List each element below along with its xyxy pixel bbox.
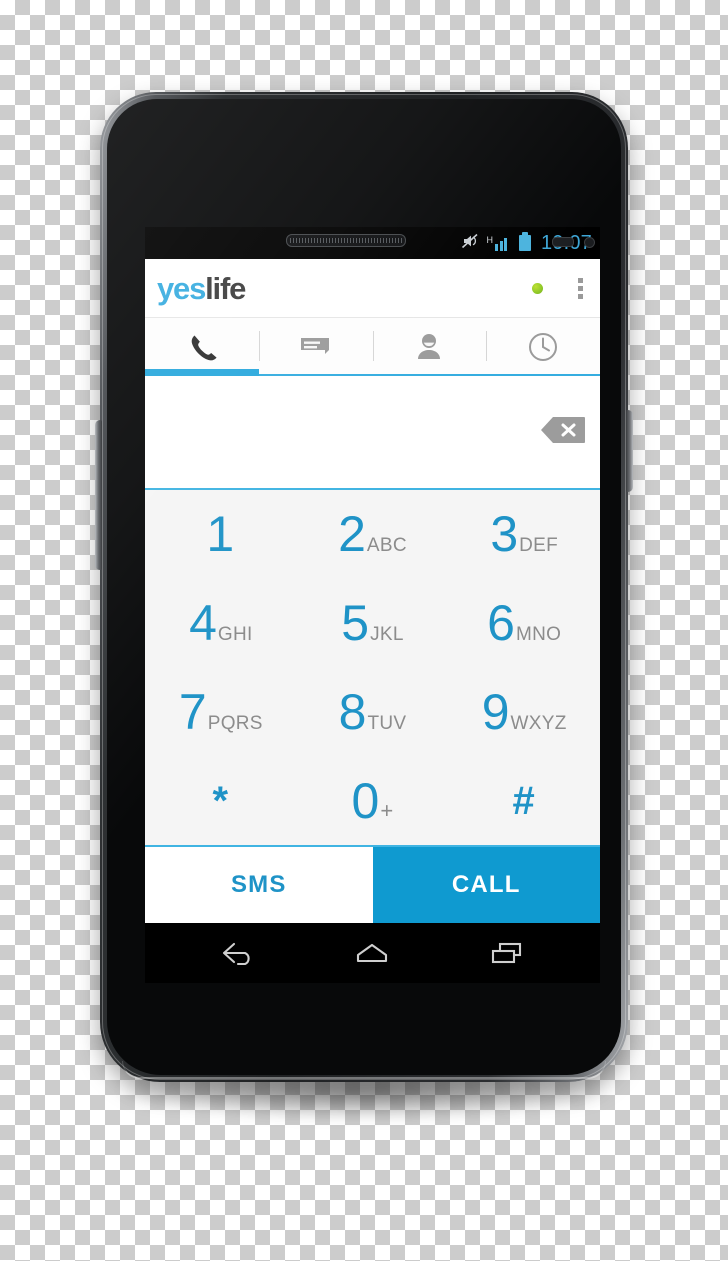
home-button[interactable] — [337, 931, 407, 975]
dial-digit: 7 — [178, 683, 207, 740]
phone-icon — [186, 331, 218, 363]
dialpad-row: 4 GHI 5 JKL 6 MNO — [145, 579, 600, 668]
dial-key-4[interactable]: 4 GHI — [145, 579, 297, 668]
dial-key-9[interactable]: 9 WXYZ — [448, 668, 600, 757]
dial-digit: 8 — [338, 683, 367, 740]
dial-digit: * — [212, 778, 229, 823]
back-button[interactable] — [203, 931, 273, 975]
dial-letters: TUV — [367, 712, 407, 734]
tab-history[interactable] — [486, 318, 600, 376]
app-header: yeslife — [145, 259, 600, 318]
device-front-panel: H 10:07 yeslife — [107, 99, 621, 1075]
contact-icon — [415, 332, 443, 362]
power-button[interactable] — [626, 410, 633, 492]
dial-digit: 9 — [481, 683, 510, 740]
action-button-bar: SMS CALL — [145, 845, 600, 923]
dial-digit: 6 — [487, 595, 515, 652]
dial-key-7[interactable]: 7 PQRS — [145, 668, 297, 757]
android-navigation-bar — [145, 923, 600, 983]
dial-letters: PQRS — [207, 712, 263, 734]
dial-key-8[interactable]: 8 TUV — [297, 668, 449, 757]
dial-letters: WXYZ — [510, 712, 567, 734]
dial-digit: # — [512, 778, 535, 823]
backspace-icon[interactable] — [540, 415, 586, 450]
tab-messages[interactable] — [258, 318, 373, 376]
dial-key-hash[interactable]: # — [448, 756, 600, 845]
dial-digit: 2 — [338, 506, 366, 563]
dial-digit: 5 — [341, 595, 370, 652]
volume-rocker-button[interactable] — [95, 420, 102, 570]
dial-key-3[interactable]: 3 DEF — [448, 490, 600, 579]
ambient-light-sensor-icon — [584, 237, 595, 248]
clock-icon — [527, 331, 559, 363]
proximity-sensor-icon — [552, 237, 574, 247]
tab-contacts[interactable] — [372, 318, 487, 376]
logo-text-life: life — [205, 270, 246, 306]
sms-button[interactable]: SMS — [145, 847, 373, 923]
message-icon — [299, 334, 333, 360]
call-button[interactable]: CALL — [372, 847, 600, 923]
dial-letters: ABC — [366, 535, 407, 557]
dial-letters: + — [380, 797, 394, 823]
dial-digit: 1 — [206, 506, 235, 563]
online-status-dot — [532, 282, 543, 294]
dialpad-row: 7 PQRS 8 TUV 9 WXYZ — [145, 668, 600, 757]
signal-icon: H — [486, 235, 512, 251]
tab-bar — [145, 318, 600, 376]
dialpad-row: 1 2 ABC 3 DEF — [145, 490, 600, 579]
earpiece-speaker-icon — [286, 234, 406, 247]
dial-key-2[interactable]: 2 ABC — [297, 490, 449, 579]
tab-dialer[interactable] — [145, 318, 259, 376]
dialpad: 1 2 ABC 3 DEF 4 GHI 5 JKL 6 MNO 7 PQRS 8… — [145, 490, 600, 845]
phone-number-field[interactable] — [145, 376, 600, 490]
dialpad-row: * 0 + # — [145, 756, 600, 845]
phone-screen: H 10:07 yeslife — [145, 227, 600, 983]
dial-digit: 4 — [189, 595, 217, 652]
dial-letters: MNO — [515, 624, 562, 646]
dial-letters: JKL — [370, 624, 404, 646]
smartphone-device: H 10:07 yeslife — [95, 92, 633, 1082]
dial-letters: DEF — [519, 535, 559, 557]
battery-icon — [518, 232, 531, 251]
dial-letters: GHI — [217, 624, 253, 646]
dial-key-6[interactable]: 6 MNO — [448, 579, 600, 668]
dial-digit: 0 — [351, 772, 380, 829]
overflow-menu-icon[interactable] — [575, 274, 586, 303]
logo-text-yes: yes — [157, 270, 206, 306]
recents-button[interactable] — [472, 931, 542, 975]
dial-key-0[interactable]: 0 + — [297, 756, 449, 845]
app-logo: yeslife — [157, 270, 246, 306]
back-icon — [218, 940, 258, 966]
dial-key-1[interactable]: 1 — [145, 490, 297, 579]
dial-key-5[interactable]: 5 JKL — [297, 579, 449, 668]
home-icon — [352, 940, 392, 966]
dial-digit: 3 — [490, 506, 519, 563]
mute-icon — [461, 233, 479, 254]
recents-icon — [488, 940, 526, 966]
dial-key-star[interactable]: * — [145, 756, 297, 845]
